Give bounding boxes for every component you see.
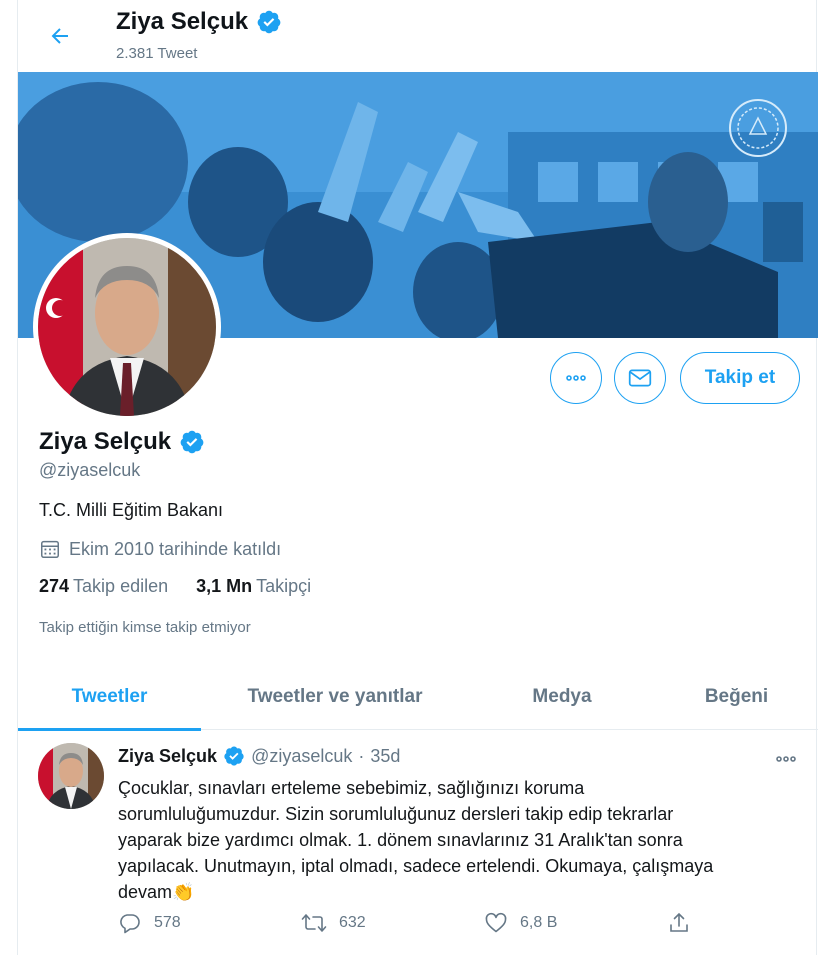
- like-button[interactable]: 6,8 B: [484, 911, 667, 935]
- more-icon: [776, 756, 796, 762]
- profile-page: Ziya Selçuk 2.381 Tweet Takip et Ziya Se…: [17, 0, 818, 955]
- tweet[interactable]: Ziya Selçuk @ziyaselcuk · 35d Çocuklar, …: [18, 731, 818, 955]
- tweet-more-button[interactable]: [774, 747, 798, 776]
- retweet-button[interactable]: 632: [301, 911, 484, 935]
- header-name: Ziya Selçuk: [116, 8, 249, 35]
- tweet-separator: ·: [358, 745, 365, 766]
- mail-icon: [628, 369, 652, 387]
- followed-by-note: Takip ettiğin kimse takip etmiyor: [39, 619, 251, 636]
- tab-media[interactable]: Medya: [469, 664, 655, 730]
- message-button[interactable]: [614, 352, 666, 404]
- avatar-image: [38, 238, 216, 416]
- calendar-icon: [41, 540, 59, 558]
- tweet-body: Çocuklar, sınavları erteleme sebebimiz, …: [118, 778, 714, 902]
- tab-likes[interactable]: Beğeni: [655, 664, 818, 730]
- follow-button[interactable]: Takip et: [680, 352, 800, 404]
- clapping-hands-emoji: 👏: [172, 882, 195, 902]
- verified-badge-icon: [224, 746, 244, 766]
- tweet-count: 2.381 Tweet: [116, 45, 198, 62]
- followers-label: Takipçi: [256, 576, 312, 596]
- tweet-author-handle[interactable]: @ziyaselcuk: [251, 746, 352, 767]
- profile-name: Ziya Selçuk: [39, 428, 172, 455]
- following-count: 274: [39, 576, 70, 596]
- followers-count: 3,1 Mn: [196, 576, 253, 596]
- tweet-avatar[interactable]: [38, 743, 104, 809]
- share-icon: [670, 912, 688, 932]
- retweet-count: 632: [339, 914, 366, 931]
- top-header: Ziya Selçuk 2.381 Tweet: [18, 0, 818, 70]
- profile-tabs: Tweetler Tweetler ve yanıtlar Medya Beğe…: [18, 664, 818, 731]
- profile-avatar[interactable]: [33, 233, 221, 421]
- tweet-time[interactable]: 35d: [370, 746, 400, 767]
- tab-tweets[interactable]: Tweetler: [18, 664, 201, 731]
- retweet-icon: [301, 914, 327, 932]
- reply-button[interactable]: 578: [118, 911, 301, 935]
- joined-date: Ekim 2010 tarihinde katıldı: [39, 538, 281, 560]
- follow-stats: 274 Takip edilen 3,1 Mn Takipçi: [39, 576, 311, 597]
- tab-tweets-and-replies[interactable]: Tweetler ve yanıtlar: [201, 664, 469, 730]
- like-count: 6,8 B: [520, 914, 558, 931]
- verified-badge-icon: [180, 430, 204, 454]
- followers-link[interactable]: 3,1 Mn Takipçi: [196, 576, 311, 597]
- verified-badge-icon: [257, 10, 281, 34]
- tweet-text: Çocuklar, sınavları erteleme sebebimiz, …: [118, 775, 798, 905]
- more-icon: [566, 375, 586, 381]
- profile-handle: @ziyaselcuk: [39, 460, 141, 480]
- back-button[interactable]: [40, 18, 80, 54]
- joined-text: Ekim 2010 tarihinde katıldı: [69, 538, 282, 559]
- profile-bio: T.C. Milli Eğitim Bakanı: [39, 500, 224, 520]
- tweet-header: Ziya Selçuk @ziyaselcuk · 35d: [118, 745, 400, 767]
- back-arrow-icon: [51, 28, 68, 44]
- like-icon: [485, 912, 507, 933]
- profile-name-row: Ziya Selçuk: [39, 428, 205, 456]
- tweet-actions: 578 632 6,8 B: [118, 911, 718, 935]
- reply-count: 578: [154, 914, 181, 931]
- reply-icon: [120, 914, 140, 934]
- header-title: Ziya Selçuk: [116, 8, 282, 36]
- following-link[interactable]: 274 Takip edilen: [39, 576, 168, 597]
- tweet-author-name[interactable]: Ziya Selçuk: [118, 746, 217, 767]
- share-button[interactable]: [667, 911, 691, 935]
- more-button[interactable]: [550, 352, 602, 404]
- following-label: Takip edilen: [73, 576, 169, 596]
